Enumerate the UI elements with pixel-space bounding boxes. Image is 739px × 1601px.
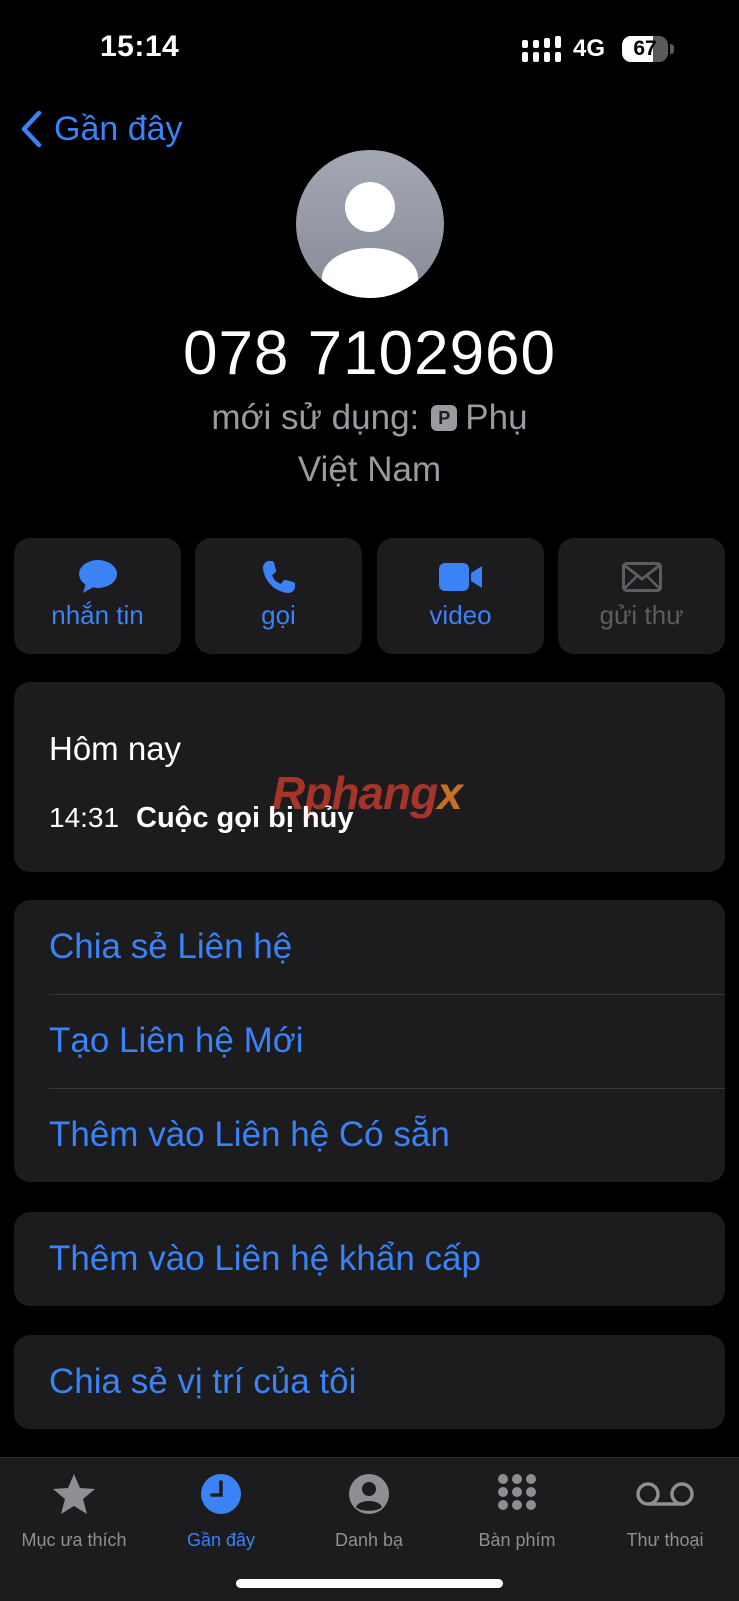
video-label: video bbox=[429, 600, 492, 630]
add-emergency-contact-button[interactable]: Thêm vào Liên hệ khẩn cấp bbox=[49, 1212, 725, 1306]
share-location-group: Chia sẻ vị trí của tôi bbox=[14, 1335, 725, 1429]
emergency-contact-group: Thêm vào Liên hệ khẩn cấp bbox=[14, 1212, 725, 1306]
history-day: Hôm nay bbox=[49, 730, 182, 767]
share-location-button[interactable]: Chia sẻ vị trí của tôi bbox=[49, 1335, 725, 1429]
sim-name: Phụ bbox=[465, 398, 528, 437]
tab-recents[interactable]: Gần đây bbox=[147, 1470, 295, 1570]
message-button[interactable]: nhắn tin bbox=[14, 538, 181, 654]
create-new-contact-button[interactable]: Tạo Liên hệ Mới bbox=[49, 994, 725, 1088]
tab-voicemail[interactable]: Thư thoại bbox=[591, 1470, 739, 1570]
tab-keypad-label: Bàn phím bbox=[478, 1530, 556, 1550]
phone-icon bbox=[262, 561, 295, 593]
last-used-prefix: mới sử dụng: bbox=[211, 398, 420, 437]
contact-options-group: Chia sẻ Liên hệ Tạo Liên hệ Mới Thêm vào… bbox=[14, 900, 725, 1182]
star-icon bbox=[53, 1474, 95, 1514]
tab-keypad[interactable]: Bàn phím bbox=[443, 1470, 591, 1570]
share-contact-button[interactable]: Chia sẻ Liên hệ bbox=[49, 900, 725, 994]
call-history-card: Hôm nay Rphangx 14:31 Cuộc gọi bị hủy bbox=[14, 682, 725, 872]
tab-favorites-label: Mục ưa thích bbox=[21, 1530, 127, 1550]
last-used-line: mới sử dụng: P Phụ bbox=[0, 398, 739, 438]
person-circle-icon bbox=[349, 1474, 389, 1514]
voicemail-icon bbox=[636, 1482, 694, 1506]
history-description: Cuộc gọi bị hủy bbox=[136, 802, 354, 834]
back-label: Gần đây bbox=[54, 109, 183, 148]
add-to-existing-contact-button[interactable]: Thêm vào Liên hệ Có sẵn bbox=[49, 1088, 725, 1182]
network-type: 4G bbox=[573, 35, 606, 62]
message-label: nhắn tin bbox=[51, 600, 144, 630]
contact-avatar bbox=[296, 150, 444, 298]
phone-number: 078 7102960 bbox=[182, 319, 557, 388]
home-indicator bbox=[236, 1579, 503, 1588]
video-camera-icon bbox=[438, 563, 482, 591]
message-bubble-icon bbox=[78, 560, 117, 593]
cellular-signal-icon bbox=[522, 36, 561, 62]
tab-recents-label: Gần đây bbox=[186, 1530, 256, 1550]
call-label: gọi bbox=[261, 600, 296, 630]
mail-icon bbox=[621, 562, 662, 592]
history-time: 14:31 bbox=[49, 802, 120, 833]
tab-voicemail-label: Thư thoại bbox=[626, 1530, 704, 1550]
tab-contacts-label: Danh bạ bbox=[334, 1530, 404, 1550]
country-label: Việt Nam bbox=[297, 450, 442, 489]
mail-button[interactable]: gửi thư bbox=[558, 538, 725, 654]
sim-badge-icon: P bbox=[431, 405, 458, 431]
call-button[interactable]: gọi bbox=[195, 538, 362, 654]
tab-contacts[interactable]: Danh bạ bbox=[295, 1470, 443, 1570]
clock-icon bbox=[201, 1474, 241, 1514]
battery-percent: 67 bbox=[633, 37, 657, 60]
back-button[interactable]: Gần đây bbox=[20, 104, 183, 154]
battery-icon: 67 bbox=[622, 36, 674, 62]
status-time: 15:14 bbox=[100, 30, 180, 63]
person-silhouette-icon bbox=[322, 182, 418, 298]
mail-label: gửi thư bbox=[599, 600, 684, 630]
video-button[interactable]: video bbox=[377, 538, 544, 654]
chevron-left-icon bbox=[21, 110, 42, 148]
tab-favorites[interactable]: Mục ưa thích bbox=[0, 1470, 148, 1570]
keypad-icon bbox=[498, 1474, 536, 1510]
